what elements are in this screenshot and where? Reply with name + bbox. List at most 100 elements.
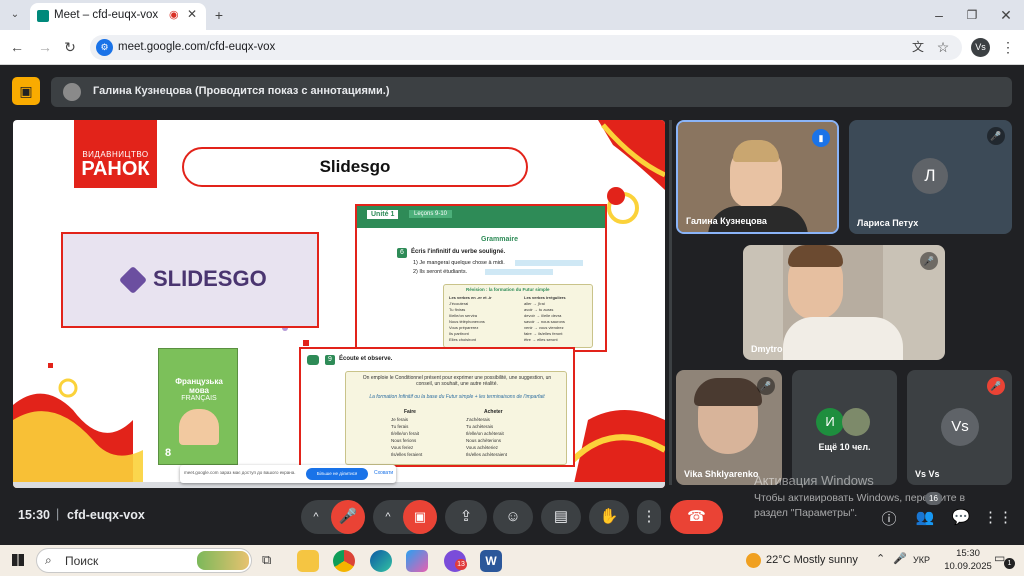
participant-tile-more[interactable]: И Ещё 10 чел. — [792, 370, 897, 485]
acheter-form: Il/elle/on achèterait — [466, 431, 504, 436]
info-separator: | — [56, 507, 60, 521]
translate-icon[interactable]: 文 — [906, 35, 930, 59]
clock-time[interactable]: 15:30 — [948, 548, 988, 559]
chat-icon[interactable]: 💬 — [947, 508, 975, 526]
textbook-cover: Французька мова FRANÇAIS 8 — [158, 348, 238, 465]
exercise-9-page: 9 Écoute et observe. On emploie le Condi… — [299, 347, 575, 467]
faire-form: Nous ferions — [391, 438, 417, 443]
tray-microphone-icon[interactable]: 🎤 — [893, 552, 907, 565]
recording-icon: ◉ — [169, 9, 179, 21]
call-controls: 15:30 | cfd-euqx-vox ^ 🎤 ^ ▣ ⇪ ☺ ▤ ✋ ⋮ ☎… — [0, 490, 1024, 545]
browser-tab[interactable]: Meet – cfd-euqx-vox ◉ ✕ — [30, 3, 206, 30]
unit-label: Unité 1 — [367, 210, 399, 219]
screen-share-notice: meet.google.com зараз має доступ до вашо… — [180, 465, 396, 483]
shared-slide: ВИДАВНИЦТВО РАНОК Slidesgo SLIDESGO Фран… — [13, 120, 665, 488]
back-icon[interactable]: ← — [5, 35, 29, 59]
participant-tile-larisa[interactable]: Л 🎤 Лариса Петух — [849, 120, 1012, 234]
new-tab-button[interactable]: + — [207, 3, 231, 27]
present-screen-button[interactable]: ⇪ — [445, 500, 487, 534]
exercise-6-instruction: Écris l'infinitif du verbe souligné. — [411, 249, 506, 255]
browser-tab-bar: ⌄ Meet – cfd-euqx-vox ◉ ✕ + – ❐ ✕ — [0, 0, 1024, 30]
acheter-form: Vous achèteriez — [466, 445, 499, 450]
participant-avatar: Л — [912, 158, 948, 194]
copilot-icon[interactable] — [406, 550, 428, 572]
acheter-column: J'achèterais Tu achèterais Il/elle/on achè… — [466, 416, 507, 458]
windows-start-icon[interactable] — [12, 554, 24, 566]
emoji-reactions-icon[interactable]: ☺ — [493, 500, 533, 534]
participant-name: Vs Vs — [915, 469, 940, 479]
participant-tile-dmytro[interactable]: 🎤 Dmytro — [743, 245, 945, 360]
browser-menu-icon[interactable]: ⋮ — [996, 35, 1020, 59]
mic-off-button[interactable]: 🎤 — [331, 500, 365, 534]
site-info-icon[interactable]: ⚙ — [96, 39, 113, 56]
activities-icon[interactable]: ⋮⋮ — [983, 508, 1013, 526]
camera-options-chevron-icon[interactable]: ^ — [373, 500, 403, 534]
slidesgo-logo-panel: SLIDESGO — [61, 232, 319, 328]
faire-form: Tu ferais — [391, 424, 409, 429]
bookmark-star-icon[interactable]: ☆ — [931, 35, 955, 59]
exercise-9-instruction: Écoute et observe. — [339, 356, 393, 362]
forward-icon[interactable]: → — [33, 35, 57, 59]
mic-control-group: ^ 🎤 — [301, 500, 365, 534]
unread-badge: 13 — [455, 559, 467, 570]
captions-icon[interactable]: ▤ — [541, 500, 581, 534]
meet-window: ▣ Галина Кузнецова (Проводится показ с а… — [0, 65, 1024, 545]
publisher-logo: ВИДАВНИЦТВО РАНОК — [74, 120, 157, 188]
revision-left-line: Elles choisiront — [449, 337, 476, 342]
acheter-form: Nous achèterions — [466, 438, 502, 443]
word-icon[interactable]: W — [480, 550, 502, 572]
camera-off-button[interactable]: ▣ — [403, 500, 437, 534]
raise-hand-icon[interactable]: ✋ — [589, 500, 629, 534]
restore-icon[interactable]: ❐ — [960, 3, 984, 27]
search-highlight-image — [197, 551, 249, 570]
grammar-heading: Grammaire — [481, 236, 518, 243]
stop-sharing-button[interactable]: Більше не ділитися — [306, 468, 368, 480]
task-view-icon[interactable]: ⧉ — [262, 552, 271, 568]
tray-chevron-icon[interactable]: ⌃ — [876, 552, 885, 565]
mic-options-chevron-icon[interactable]: ^ — [301, 500, 331, 534]
meeting-code: cfd-euqx-vox — [67, 508, 145, 522]
meeting-time: 15:30 — [18, 508, 50, 522]
edge-icon[interactable] — [370, 550, 392, 572]
reload-icon[interactable]: ↻ — [58, 35, 82, 59]
hide-notice-link[interactable]: Сховати — [374, 470, 393, 476]
participant-name: Галина Кузнецова — [686, 216, 767, 226]
panel-divider — [669, 120, 672, 485]
exercise-6-item-1: 1) Je mangerai quelque chose à midi. — [413, 260, 505, 266]
headphones-icon — [307, 355, 319, 365]
acheter-heading: Acheter — [484, 409, 503, 415]
taskbar-search[interactable]: ⌕ Поиск — [36, 548, 252, 573]
profile-avatar[interactable]: Vs — [971, 38, 990, 57]
minimize-icon[interactable]: – — [927, 3, 951, 27]
presenter-avatar — [63, 83, 81, 101]
exercise-6-number: 6 — [397, 248, 407, 258]
exercise-9-number: 9 — [325, 355, 335, 365]
language-indicator[interactable]: УКР — [913, 555, 930, 565]
participant-clothing — [783, 317, 903, 360]
participant-tile-presenter[interactable]: ▮ Галина Кузнецова — [676, 120, 839, 234]
file-explorer-icon[interactable] — [297, 550, 319, 572]
faire-form: Ils/elles feraient — [391, 452, 423, 457]
answer-field-1 — [515, 260, 583, 266]
weather-text[interactable]: 22°C Mostly sunny — [766, 554, 858, 566]
people-icon[interactable]: 👥 — [911, 508, 939, 526]
chrome-icon[interactable] — [333, 550, 355, 572]
meeting-info-icon[interactable]: ⓘ — [875, 508, 903, 529]
tab-search-icon[interactable]: ⌄ — [3, 3, 27, 27]
address-bar[interactable]: ⚙ meet.google.com/cfd-euqx-vox — [90, 35, 962, 60]
conditional-box: On emploie le Conditionnel présent pour … — [345, 371, 567, 465]
participant-hair — [733, 140, 779, 162]
leave-call-button[interactable]: ☎ — [670, 500, 723, 534]
more-options-icon[interactable]: ⋮ — [637, 500, 661, 534]
presenter-text: Галина Кузнецова (Проводится показ с анн… — [93, 85, 390, 97]
close-window-icon[interactable]: ✕ — [994, 3, 1018, 27]
publisher-bottom-text: РАНОК — [81, 158, 150, 180]
participant-tile-vika[interactable]: 🎤 Vika Shklyarenko — [676, 370, 782, 485]
textbook-illustration — [179, 409, 219, 445]
close-tab-icon[interactable]: ✕ — [187, 7, 197, 21]
lesson-label: Leçons 9-10 — [409, 210, 453, 218]
textbook-grade: 8 — [165, 447, 172, 459]
clock-date[interactable]: 10.09.2025 — [938, 561, 998, 572]
participant-tile-self[interactable]: Vs 🎤 Vs Vs — [907, 370, 1012, 485]
search-icon: ⌕ — [45, 553, 52, 567]
